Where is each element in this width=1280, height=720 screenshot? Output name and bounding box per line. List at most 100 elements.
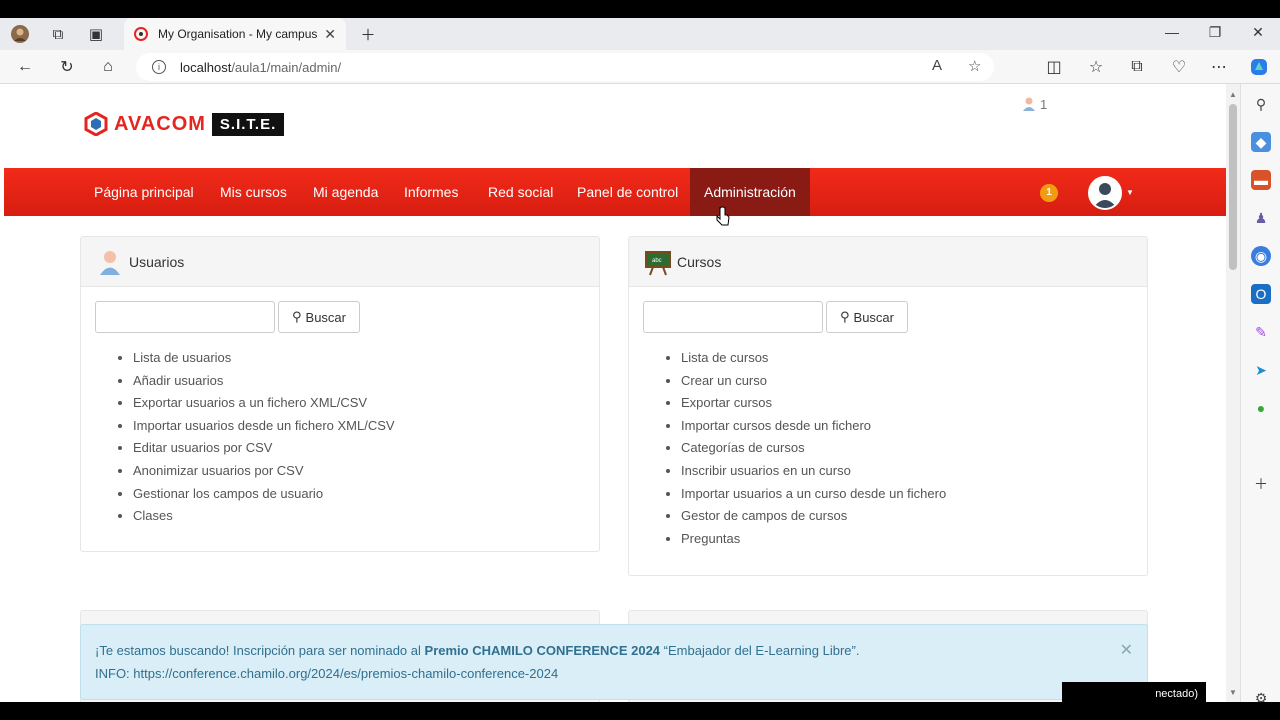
web-page: AVACOM S.I.T.E. 1 Página principal Mis c…: [4, 84, 1226, 702]
logo-hexagon-icon: [84, 112, 108, 136]
users-link-export[interactable]: Exportar usuarios a un fichero XML/CSV: [133, 392, 395, 415]
logo-text: AVACOM: [114, 112, 206, 135]
courses-link-list[interactable]: Lista de cursos: [681, 347, 946, 370]
courses-icon: abc: [645, 250, 671, 275]
courses-link-categories[interactable]: Categorías de cursos: [681, 437, 946, 460]
sidebar-settings-icon[interactable]: ⚙: [1251, 688, 1271, 703]
chamilo-favicon-icon: [134, 27, 148, 41]
chat-status-bar[interactable]: nectado): [1062, 682, 1206, 702]
refresh-icon[interactable]: ↻: [56, 56, 78, 78]
notification-badge[interactable]: 1: [1040, 184, 1058, 202]
sidebar-outlook-icon[interactable]: O: [1251, 284, 1271, 304]
sidebar-shopping-icon[interactable]: ◆: [1251, 132, 1271, 152]
mouse-pointer-icon: [716, 206, 730, 226]
url-host: localhost: [180, 59, 232, 75]
nav-home[interactable]: Página principal: [94, 168, 194, 216]
sidebar-games-icon[interactable]: ♟: [1251, 208, 1271, 228]
split-screen-icon[interactable]: ◫: [1043, 56, 1065, 78]
courses-search-button[interactable]: ⚲ Buscar: [826, 301, 908, 333]
alert-line-1: ¡Te estamos buscando! Inscripción para s…: [95, 639, 1133, 662]
alert-prefix: ¡Te estamos buscando! Inscripción para s…: [95, 643, 421, 658]
users-search-button-label: Buscar: [305, 309, 346, 325]
users-link-anonymize[interactable]: Anonimizar usuarios por CSV: [133, 460, 395, 483]
nav-dashboard[interactable]: Panel de control: [577, 168, 678, 216]
page-scrollbar[interactable]: ▲ ▼: [1226, 84, 1240, 702]
screen-top-border: [0, 0, 1280, 18]
sidebar-tree-icon[interactable]: ●: [1251, 398, 1271, 418]
scroll-down-icon[interactable]: ▼: [1229, 688, 1237, 697]
alert-close-icon[interactable]: ✕: [1120, 639, 1133, 662]
site-logo[interactable]: AVACOM S.I.T.E.: [84, 112, 285, 136]
back-icon[interactable]: ←: [14, 56, 36, 78]
courses-link-create[interactable]: Crear un curso: [681, 370, 946, 393]
favorites-icon[interactable]: ☆: [1085, 56, 1107, 78]
site-info-icon[interactable]: i: [152, 60, 166, 74]
tab-close-icon[interactable]: ✕: [324, 26, 336, 43]
sidebar-search-icon[interactable]: ⚲: [1251, 94, 1271, 114]
new-tab-icon[interactable]: ＋: [358, 24, 378, 44]
profile-avatar-icon[interactable]: [10, 24, 30, 44]
courses-link-subscribe[interactable]: Inscribir usuarios en un curso: [681, 460, 946, 483]
users-link-list[interactable]: Lista de usuarios: [133, 347, 395, 370]
address-bar[interactable]: i localhost/aula1/main/admin/ A ☆: [136, 53, 994, 81]
courses-link-import-users[interactable]: Importar usuarios a un curso desde un fi…: [681, 483, 946, 506]
main-navbar: Página principal Mis cursos Mi agenda In…: [4, 168, 1226, 216]
users-link-add[interactable]: Añadir usuarios: [133, 370, 395, 393]
users-panel-header: Usuarios: [81, 237, 599, 287]
settings-more-icon[interactable]: ⋯: [1208, 56, 1230, 78]
search-icon: ⚲: [840, 309, 850, 324]
svg-text:abc: abc: [652, 258, 662, 264]
browser-window: ⧉ ▣ My Organisation - My campus ✕ ＋ — ❐ …: [0, 18, 1280, 702]
users-link-classes[interactable]: Clases: [133, 505, 395, 528]
nav-social[interactable]: Red social: [488, 168, 553, 216]
courses-panel: abc Cursos ⚲Buscar Lista de cursos Crear…: [628, 236, 1148, 576]
restore-icon[interactable]: ❐: [1205, 24, 1225, 41]
users-link-import[interactable]: Importar usuarios desde un fichero XML/C…: [133, 415, 395, 438]
online-users[interactable]: 1: [1022, 96, 1047, 112]
read-aloud-icon[interactable]: A: [932, 57, 942, 74]
nav-agenda[interactable]: Mi agenda: [313, 168, 378, 216]
nav-administration[interactable]: Administración: [690, 168, 810, 216]
courses-link-import[interactable]: Importar cursos desde un fichero: [681, 415, 946, 438]
courses-link-export[interactable]: Exportar cursos: [681, 392, 946, 415]
sidebar-m365-icon[interactable]: ◉: [1251, 246, 1271, 266]
nav-reports[interactable]: Informes: [404, 168, 458, 216]
courses-link-questions[interactable]: Preguntas: [681, 528, 946, 551]
nav-my-courses[interactable]: Mis cursos: [220, 168, 287, 216]
users-link-edit-csv[interactable]: Editar usuarios por CSV: [133, 437, 395, 460]
user-menu-caret-icon[interactable]: ▼: [1126, 188, 1134, 197]
courses-links: Lista de cursos Crear un curso Exportar …: [681, 347, 946, 550]
search-icon: ⚲: [292, 309, 302, 324]
screen-bottom-border: [0, 702, 1280, 720]
home-icon[interactable]: ⌂: [97, 56, 119, 78]
collections-icon[interactable]: ⧉: [1126, 56, 1148, 78]
window-close-icon[interactable]: ✕: [1248, 24, 1268, 41]
sidebar-send-icon[interactable]: ➤: [1251, 360, 1271, 380]
courses-search-input[interactable]: [643, 301, 823, 333]
copilot-icon[interactable]: [1248, 56, 1270, 78]
alert-bold: Premio CHAMILO CONFERENCE 2024: [424, 643, 661, 658]
browser-sidebar: ⚲ ◆ ▬ ♟ ◉ O ✎ ➤ ● ＋ ⚙: [1240, 84, 1280, 702]
minimize-icon[interactable]: —: [1162, 24, 1182, 40]
users-search-button[interactable]: ⚲ Buscar: [278, 301, 360, 333]
browser-essentials-icon[interactable]: ♡: [1168, 56, 1190, 78]
courses-panel-title: Cursos: [677, 253, 722, 270]
sidebar-add-icon[interactable]: ＋: [1251, 474, 1271, 494]
users-search-input[interactable]: [95, 301, 275, 333]
alert-suffix: “Embajador del E-Learning Libre”.: [663, 643, 860, 658]
tab-actions-icon[interactable]: ▣: [86, 24, 106, 44]
logo-badge: S.I.T.E.: [211, 112, 285, 136]
courses-link-fields[interactable]: Gestor de campos de cursos: [681, 505, 946, 528]
courses-search-button-label: Buscar: [853, 309, 894, 325]
scroll-up-icon[interactable]: ▲: [1229, 90, 1237, 99]
courses-search: ⚲ Buscar: [643, 301, 908, 333]
sidebar-designer-icon[interactable]: ✎: [1251, 322, 1271, 342]
user-avatar[interactable]: [1088, 176, 1122, 210]
users-link-fields[interactable]: Gestionar los campos de usuario: [133, 483, 395, 506]
tab-active[interactable]: My Organisation - My campus ✕: [124, 18, 346, 50]
users-search: ⚲ Buscar: [95, 301, 360, 333]
scroll-thumb[interactable]: [1229, 104, 1237, 270]
favorite-star-icon[interactable]: ☆: [968, 57, 981, 75]
sidebar-tools-icon[interactable]: ▬: [1251, 170, 1271, 190]
workspaces-icon[interactable]: ⧉: [48, 24, 68, 44]
